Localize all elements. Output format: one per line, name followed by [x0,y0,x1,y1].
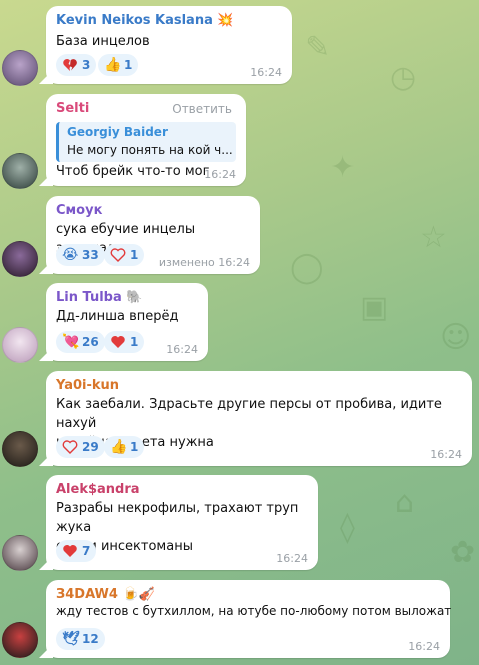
flower-doodle-icon: ✿ [450,535,476,570]
broken-heart-icon [63,59,77,71]
star-doodle-icon: ☆ [420,220,447,255]
message-text: Дд-линша вперёд [56,309,179,324]
message-time: 16:24 [204,168,236,181]
author-emoji: 🍺🎻 [122,587,155,602]
avatar-aleksandra[interactable] [2,535,38,571]
thumbs-up-icon: 👍 [104,57,122,73]
author-emoji: 🐘 [126,290,143,305]
bird-doodle-icon: ✦ [330,150,356,185]
reaction-broken-heart[interactable]: 3 [56,54,97,76]
author-name[interactable]: З4DAW4 🍺🎻 [56,587,155,602]
reaction-heart-outline[interactable]: 1 [104,244,145,266]
author-name[interactable]: Kevin Neikos Kaslana 💥 [56,13,234,28]
reaction-heart-arrow[interactable]: 💘 26 [56,331,105,353]
author-name[interactable]: Lin Tulba 🐘 [56,290,142,305]
avatar-yaoi-kun[interactable] [2,431,38,467]
message-line: Разрабы некрофилы, трахают труп жука [56,501,299,535]
thumbs-up-icon: 👍 [110,439,128,455]
author-name[interactable]: Смоук [56,203,102,218]
quote-author: Georgiy Baider [67,125,168,139]
message-bubble[interactable]: Kevin Neikos Kaslana 💥 База инцелов 3 👍 … [46,6,292,84]
reaction-thumbs-up[interactable]: 👍 1 [104,436,145,458]
dove-icon: 🕊 [62,631,80,647]
author-name[interactable]: Alek$andra [56,482,140,497]
reaction-heart-outline[interactable]: 29 [56,436,105,458]
pencil-doodle-icon: ✎ [305,30,331,65]
avatar-kevin[interactable] [2,50,38,86]
reply-quote[interactable]: Georgiy Baider Не могу понять на кой ч..… [56,122,236,162]
message-bubble[interactable]: Смоук сука ебучие инцелы зарешали 😭 33 1… [46,196,260,274]
message-text: База инцелов [56,34,150,49]
message-line: Как заебали. Здрасьте другие персы от пр… [56,397,442,431]
message-bubble[interactable]: Lin Tulba 🐘 Дд-линша вперёд 💘 26 1 16:24 [46,283,208,361]
message-time: 16:24 [276,552,308,565]
reply-button[interactable]: Ответить [172,102,232,116]
reaction-red-heart[interactable]: 7 [56,540,97,562]
author-name[interactable]: Ya0i-kun [56,378,119,393]
avatar-smouk[interactable] [2,241,38,277]
red-heart-icon [63,545,77,557]
red-heart-icon [111,336,125,348]
gift-doodle-icon: ⌂ [395,485,415,520]
message-time: изменено 16:24 [158,256,250,269]
author-emoji: 💥 [217,13,234,28]
message-time: 16:24 [250,66,282,79]
avatar-z4daw4[interactable] [2,622,38,658]
avatar-lin-tulba[interactable] [2,327,38,363]
message-time: 16:24 [430,448,462,461]
reaction-crying[interactable]: 😭 33 [56,244,105,266]
heart-arrow-icon: 💘 [62,334,80,350]
message-bubble[interactable]: З4DAW4 🍺🎻 жду тестов с бутхиллом, на юту… [46,580,452,658]
clock-doodle-icon: ◷ [390,60,417,95]
heart-outline-icon [62,440,78,454]
message-bubble[interactable]: Alek$andra Разрабы некрофилы, трахают тр… [46,475,318,570]
balloon-doodle-icon: ◯ [290,250,324,285]
message-time: 16:24 [166,343,198,356]
reaction-dove[interactable]: 🕊 12 [56,628,105,650]
crying-face-icon: 😭 [62,247,79,263]
avatar-selti[interactable] [2,153,38,189]
heart-outline-icon [110,248,126,262]
reaction-thumbs-up[interactable]: 👍 1 [98,54,139,76]
bottle-doodle-icon: ◊ [340,510,355,545]
message-bubble[interactable]: Selti Ответить Georgiy Baider Не могу по… [46,94,246,186]
camera-doodle-icon: ▣ [360,290,389,325]
message-time: 16:24 [408,640,440,653]
message-text: Чтоб брейк что-то мог [56,164,210,179]
quote-text: Не могу понять на кой ч... [67,143,233,157]
reaction-red-heart[interactable]: 1 [104,331,145,353]
message-bubble[interactable]: Ya0i-kun Как заебали. Здрасьте другие пе… [46,371,472,466]
message-text: жду тестов с бутхиллом, на ютубе по-любо… [56,604,452,618]
cat-doodle-icon: ☺ [440,320,472,355]
author-name[interactable]: Selti [56,101,89,116]
